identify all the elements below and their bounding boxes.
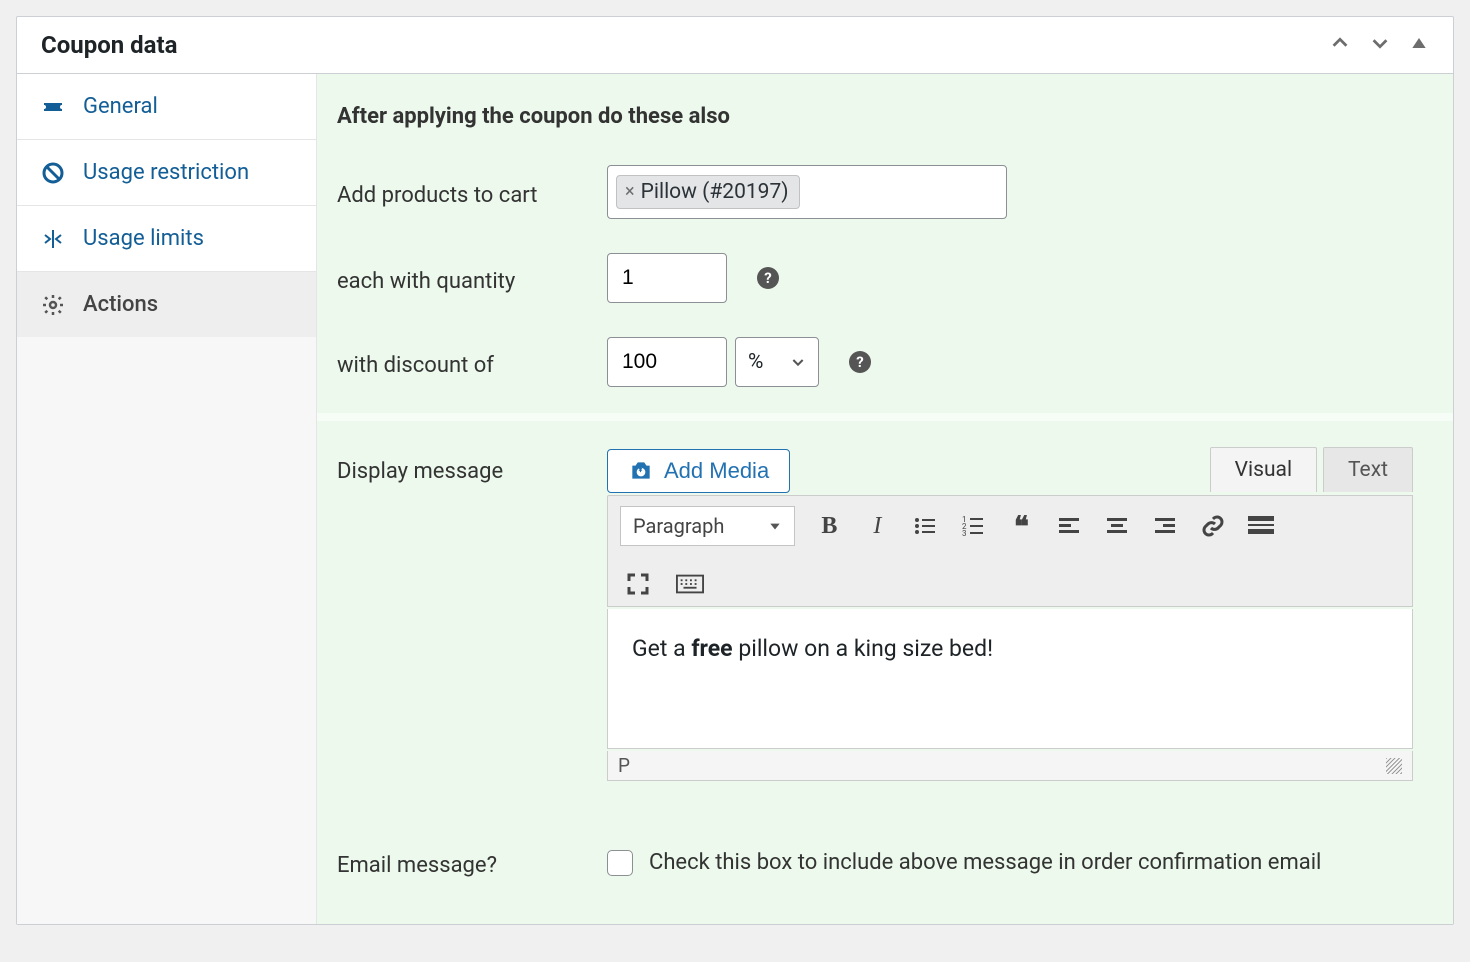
camera-icon [628,458,654,484]
message-text-pre: Get a [632,635,691,662]
editor-tab-text[interactable]: Text [1323,447,1413,492]
message-text-post: pillow on a king size bed! [733,635,993,662]
link-button[interactable] [1199,514,1227,538]
product-chip-label: Pillow (#20197) [641,180,789,204]
tab-content-actions: After applying the coupon do these also … [317,74,1453,924]
row-discount: with discount of % ? [317,329,1453,413]
discount-unit-value: % [748,350,763,374]
align-right-button[interactable] [1151,514,1179,538]
label-discount: with discount of [337,347,607,378]
product-select-input[interactable]: × Pillow (#20197) [607,165,1007,219]
keyboard-icon[interactable] [676,572,704,596]
bullet-list-button[interactable] [911,514,939,538]
format-select-value: Paragraph [633,514,724,538]
align-left-button[interactable] [1055,514,1083,538]
format-select[interactable]: Paragraph [620,506,795,546]
fullscreen-button[interactable] [624,572,652,596]
merge-icon [41,227,65,251]
add-media-button[interactable]: Add Media [607,449,790,493]
status-element-path[interactable]: P [618,754,630,777]
italic-button[interactable]: I [863,513,891,540]
read-more-button[interactable] [1247,514,1275,538]
tab-general[interactable]: General [17,74,316,140]
label-quantity: each with quantity [337,263,607,294]
svg-text:3: 3 [962,529,967,538]
align-center-button[interactable] [1103,514,1131,538]
editor-mode-tabs: Visual Text [1210,447,1413,492]
email-checkbox-label: Check this box to include above message … [649,850,1321,875]
add-media-label: Add Media [664,458,769,484]
label-display-message: Display message [337,449,607,484]
chevron-up-icon[interactable] [1329,32,1351,58]
triangle-down-icon [768,519,782,533]
coupon-data-panel: Coupon data General [16,16,1454,925]
row-add-products: Add products to cart × Pillow (#20197) [317,157,1453,245]
triangle-up-icon[interactable] [1409,33,1429,57]
numbered-list-button[interactable]: 123 [959,514,987,538]
label-add-products: Add products to cart [337,177,607,208]
gear-icon [41,293,65,317]
discount-input[interactable] [607,337,727,387]
panel-body: General Usage restriction Usage limits A… [17,74,1453,924]
resize-grip-icon[interactable] [1386,758,1402,774]
product-chip: × Pillow (#20197) [616,175,800,209]
tab-label: General [83,94,158,119]
email-checkbox[interactable] [607,850,633,876]
bold-button[interactable]: B [815,513,843,540]
ban-icon [41,161,65,185]
tab-usage-restriction[interactable]: Usage restriction [17,140,316,206]
quantity-input[interactable] [607,253,727,303]
row-display-message: Display message Add Media Visual Text [317,421,1453,807]
editor-content[interactable]: Get a free pillow on a king size bed! [607,609,1413,749]
message-text-bold: free [691,635,732,662]
blockquote-button[interactable]: ❝ [1007,510,1035,543]
side-tabs: General Usage restriction Usage limits A… [17,74,317,924]
label-email-message: Email message? [337,847,607,878]
ticket-icon [41,95,65,119]
help-icon[interactable]: ? [849,351,871,373]
rich-editor: Add Media Visual Text Paragraph B [607,449,1433,781]
discount-unit-select[interactable]: % [735,337,819,387]
tab-label: Actions [83,292,158,317]
editor-tab-visual[interactable]: Visual [1210,447,1317,492]
row-email-message: Email message? Check this box to include… [317,807,1453,904]
tab-label: Usage limits [83,226,204,251]
row-quantity: each with quantity ? [317,245,1453,329]
tab-usage-limits[interactable]: Usage limits [17,206,316,272]
help-icon[interactable]: ? [757,267,779,289]
editor-toolbar: Paragraph B I 123 ❝ [607,495,1413,607]
tab-label: Usage restriction [83,160,249,185]
remove-product-icon[interactable]: × [625,183,635,201]
editor-status-bar: P [607,751,1413,781]
chevron-down-icon [790,354,806,370]
panel-header-controls [1329,32,1433,58]
chevron-down-icon[interactable] [1369,32,1391,58]
panel-title: Coupon data [41,31,177,59]
section-divider [317,413,1453,421]
panel-header: Coupon data [17,17,1453,74]
tab-actions[interactable]: Actions [17,272,316,337]
section-heading: After applying the coupon do these also [317,74,1453,157]
